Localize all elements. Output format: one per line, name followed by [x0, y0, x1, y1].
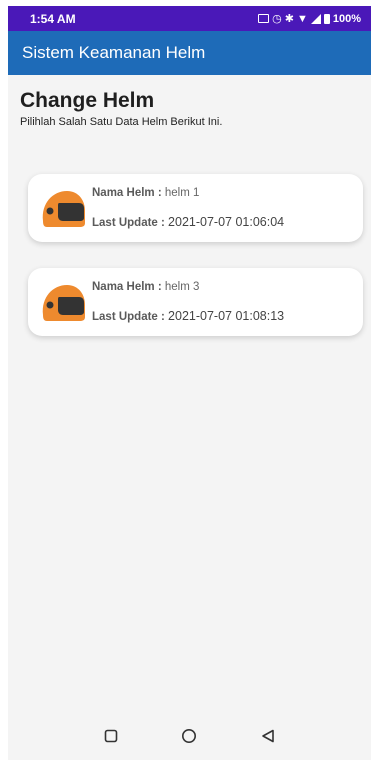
alarm-icon: ◷ [272, 13, 282, 25]
page-title: Change Helm [20, 89, 155, 112]
helmet-name: helm 1 [164, 187, 200, 199]
app-bar: Sistem Keamanan Helm [8, 31, 371, 75]
page-header: Change Helm Pilihlah Salah Satu Data Hel… [8, 75, 371, 128]
battery-percent: 100% [332, 12, 361, 25]
recent-apps-icon [104, 729, 118, 743]
back-icon [262, 729, 274, 743]
keyboard-icon [258, 14, 270, 23]
status-bar: 1:54 AM ◷ ✱ ▼ 100% [8, 6, 371, 31]
helmet-name-label: Nama Helm : [92, 187, 162, 199]
phone-screen: 1:54 AM ◷ ✱ ▼ 100% Sistem Keamanan Helm … [8, 6, 371, 760]
last-update-label: Last Update : [92, 217, 165, 229]
home-button[interactable] [176, 723, 202, 749]
helmet-icon [42, 191, 85, 227]
helmet-name-label: Nama Helm : [92, 281, 162, 293]
home-icon [182, 729, 197, 743]
signal-icon [310, 13, 321, 24]
app-title: Sistem Keamanan Helm [22, 43, 206, 62]
helmet-update-row: Last Update : 2021-07-07 01:08:13 [92, 309, 284, 323]
last-update-label: Last Update : [92, 311, 165, 323]
recent-apps-button[interactable] [98, 723, 124, 749]
helmet-card[interactable]: Nama Helm : helm 1 Last Update : 2021-07… [28, 174, 363, 242]
battery-icon [323, 13, 330, 24]
wifi-icon: ▼ [296, 12, 308, 25]
helmet-update-row: Last Update : 2021-07-07 01:06:04 [92, 215, 284, 229]
status-icons: ◷ ✱ ▼ 100% [258, 12, 361, 25]
system-nav-bar [8, 712, 371, 760]
page-subtitle: Pilihlah Salah Satu Data Helm Berikut In… [20, 116, 223, 128]
last-update-value: 2021-07-07 01:06:04 [168, 215, 285, 229]
status-time: 1:54 AM [30, 11, 76, 26]
last-update-value: 2021-07-07 01:08:13 [168, 309, 285, 323]
helmet-icon [42, 285, 85, 321]
helmet-name-row: Nama Helm : helm 3 [92, 281, 199, 293]
back-button[interactable] [255, 723, 281, 749]
helmet-card[interactable]: Nama Helm : helm 3 Last Update : 2021-07… [28, 268, 363, 336]
helmet-name: helm 3 [164, 281, 200, 293]
helmet-name-row: Nama Helm : helm 1 [92, 187, 199, 199]
bluetooth-icon: ✱ [284, 13, 294, 25]
